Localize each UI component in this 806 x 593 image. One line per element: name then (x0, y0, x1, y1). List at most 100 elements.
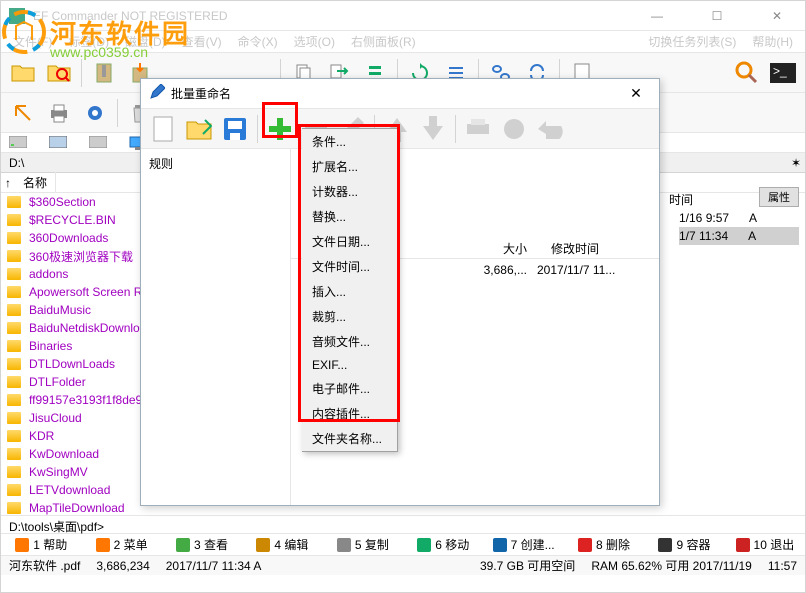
search-icon[interactable] (731, 57, 763, 89)
file-name: 360极速浏览器下载 (29, 248, 133, 265)
fn-3[interactable]: 3 查看 (162, 534, 242, 555)
minimize-button[interactable]: — (637, 2, 677, 30)
menu-help[interactable]: 帮助(H) (746, 31, 799, 52)
file-name: MapTileDownload (29, 501, 125, 515)
maximize-button[interactable]: ☐ (697, 2, 737, 30)
ctx-item[interactable]: 电子邮件... (302, 376, 397, 401)
folder-icon[interactable] (7, 57, 39, 89)
search-folder-icon[interactable] (43, 57, 75, 89)
ctx-item[interactable]: 替换... (302, 204, 397, 229)
properties-button[interactable]: 属性 (759, 187, 799, 207)
ctx-item[interactable]: 计数器... (302, 179, 397, 204)
file-name: KDR (29, 429, 54, 443)
archive-icon[interactable] (88, 57, 120, 89)
col-size[interactable]: 大小 (469, 238, 539, 259)
fn-6[interactable]: 6 移动 (403, 534, 483, 555)
ctx-item[interactable]: 文件日期... (302, 229, 397, 254)
status-ram: RAM 65.62% 可用 2017/11/19 (591, 557, 752, 574)
folder-icon (7, 358, 21, 370)
ctx-item[interactable]: 音频文件... (302, 329, 397, 354)
printer-icon (462, 113, 494, 145)
file-name: $360Section (29, 195, 96, 209)
table-row[interactable]: 1/16 9:57A (679, 209, 799, 227)
table-row[interactable]: 1/7 11:34A (679, 227, 799, 245)
ctx-item[interactable]: 文件夹名称... (302, 426, 397, 451)
status-time: 11:57 (768, 559, 797, 573)
ctx-item[interactable]: 条件... (302, 129, 397, 154)
drive-e-icon[interactable] (89, 136, 105, 150)
file-name: DTLDownLoads (29, 357, 115, 371)
col-name[interactable]: 名称 (15, 172, 56, 193)
ctx-item[interactable]: EXIF... (302, 354, 397, 376)
file-name: Binaries (29, 339, 72, 353)
status-date: 2017/11/7 11:34 A (166, 559, 262, 573)
dialog-close-button[interactable]: ✕ (621, 85, 651, 102)
add-icon[interactable] (264, 113, 296, 145)
col-mtime[interactable]: 修改时间 (539, 238, 659, 259)
open-folder-icon[interactable] (183, 113, 215, 145)
dialog-title: 批量重命名 (165, 85, 621, 102)
dialog-toolbar (141, 109, 659, 149)
close-button[interactable]: ✕ (757, 2, 797, 30)
svg-text:>_: >_ (773, 64, 787, 78)
status-filename: 河东软件 .pdf (9, 557, 80, 574)
menubar: 文件(F) 标签(D) 磁盘(D) 查看(V) 命令(X) 选项(O) 右侧面板… (1, 31, 805, 53)
file-name: LETVdownload (29, 483, 110, 497)
folder-icon (7, 214, 21, 226)
file-name: BaiduNetdiskDownload (29, 321, 153, 335)
file-name: $RECYCLE.BIN (29, 213, 116, 227)
menu-disk[interactable]: 磁盘(D) (119, 31, 172, 52)
file-name: DTLFolder (29, 375, 86, 389)
ctx-item[interactable]: 内容插件... (302, 401, 397, 426)
fn-2[interactable]: 2 菜单 (81, 534, 161, 555)
file-name: BaiduMusic (29, 303, 91, 317)
ctx-item[interactable]: 裁剪... (302, 304, 397, 329)
folder-icon (7, 340, 21, 352)
folder-icon (7, 412, 21, 424)
menu-cmd[interactable]: 命令(X) (232, 31, 284, 52)
fn-8[interactable]: 8 删除 (564, 534, 644, 555)
file-name: ff99157e3193f1f8de9f... (29, 393, 156, 407)
batch-rename-dialog: 批量重命名 ✕ 规则 名称 大小 修改时间 河东软件 .pdf (140, 78, 660, 506)
ctx-item[interactable]: 扩展名... (302, 154, 397, 179)
drive-d-icon[interactable] (49, 136, 65, 150)
file-name: KwSingMV (29, 465, 88, 479)
menu-file[interactable]: 文件(F) (7, 31, 58, 52)
status-disk: 39.7 GB 可用空间 (480, 557, 575, 574)
col-time[interactable]: 时间 (669, 191, 693, 208)
drive-c-icon[interactable] (9, 136, 25, 150)
favorite-icon[interactable]: ✶ (791, 156, 801, 170)
cell-mtime: 2017/11/7 11... (527, 263, 647, 280)
menu-view[interactable]: 查看(V) (176, 31, 228, 52)
menu-options[interactable]: 选项(O) (288, 31, 341, 52)
gear-icon[interactable] (79, 97, 111, 129)
save-icon[interactable] (219, 113, 251, 145)
file-name: JisuCloud (29, 411, 82, 425)
fn-10[interactable]: 10 退出 (725, 534, 805, 555)
fn-5[interactable]: 5 复制 (323, 534, 403, 555)
right-panel-rows: 1/16 9:57A1/7 11:34A (679, 209, 799, 245)
print-icon[interactable] (43, 97, 75, 129)
updir-icon[interactable]: ↑ (1, 176, 15, 190)
menu-tab[interactable]: 标签(D) (62, 31, 115, 52)
fn-1[interactable]: 1 帮助 (1, 534, 81, 555)
down-icon (417, 113, 449, 145)
terminal-icon[interactable]: >_ (767, 57, 799, 89)
fn-7[interactable]: 7 创建... (483, 534, 563, 555)
fn-9[interactable]: 9 容器 (644, 534, 724, 555)
ctx-item[interactable]: 插入... (302, 279, 397, 304)
folder-icon (7, 430, 21, 442)
fn-4[interactable]: 4 编辑 (242, 534, 322, 555)
titlebar: EF Commander NOT REGISTERED — ☐ ✕ (1, 1, 805, 31)
ctx-item[interactable]: 文件时间... (302, 254, 397, 279)
folder-icon (7, 394, 21, 406)
window-title: EF Commander NOT REGISTERED (33, 9, 637, 23)
cell-size: 3,686,... (457, 263, 527, 280)
record-icon (498, 113, 530, 145)
menu-rightpanel[interactable]: 右侧面板(R) (345, 31, 422, 52)
new-doc-icon[interactable] (147, 113, 179, 145)
menu-tasklist[interactable]: 切换任务列表(S) (642, 31, 742, 52)
arrow-up-left-icon[interactable] (7, 97, 39, 129)
command-line[interactable]: D:\tools\桌面\pdf> (1, 515, 805, 533)
status-size: 3,686,234 (96, 559, 149, 573)
